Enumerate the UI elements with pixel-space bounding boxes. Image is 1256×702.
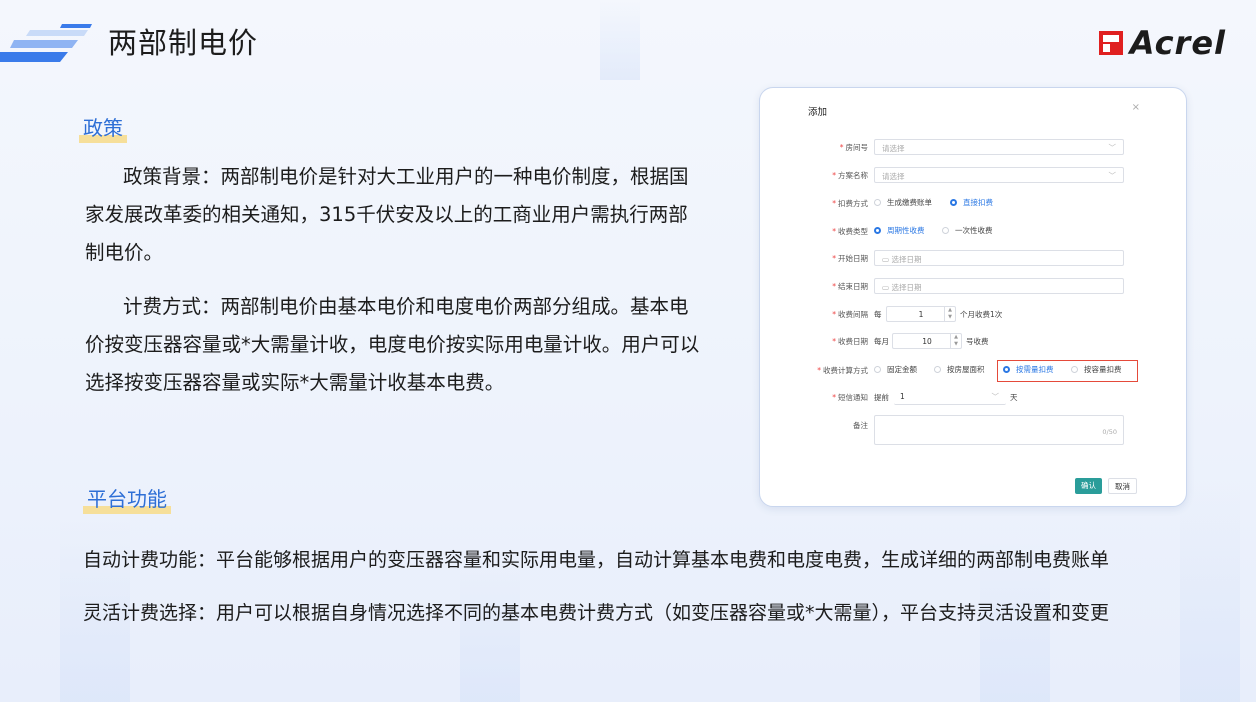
- sms-row: * 短信通知 提前 1 ﹀ 天: [760, 389, 1186, 405]
- start-date-row: * 开始日期 ▭ 选择日期: [760, 250, 1186, 266]
- charge-day-label: * 收费日期: [832, 337, 868, 346]
- charge-day-stepper[interactable]: 10 ▲ ▼: [892, 333, 962, 349]
- highlight-box: [997, 360, 1138, 382]
- room-select[interactable]: 请选择 ﹀: [874, 139, 1124, 155]
- interval-stepper[interactable]: 1 ▲ ▼: [886, 306, 956, 322]
- interval-prefix: 每: [874, 310, 882, 319]
- interval-label: * 收费间隔: [832, 310, 868, 319]
- stepper-arrows-icon[interactable]: ▲ ▼: [944, 307, 955, 321]
- plan-label: * 方案名称: [832, 171, 868, 180]
- policy-heading: 政策: [79, 112, 127, 143]
- radio-by-area[interactable]: 按房屋面积: [934, 364, 985, 375]
- stepper-arrows-icon[interactable]: ▲ ▼: [950, 334, 961, 348]
- plan-row: * 方案名称 请选择 ﹀: [760, 167, 1186, 183]
- sms-prefix: 提前: [874, 393, 889, 402]
- room-row: * 房间号 请选择 ﹀: [760, 139, 1186, 155]
- radio-periodic[interactable]: 周期性收费: [874, 225, 925, 236]
- interval-row: * 收费间隔 每 1 ▲ ▼ 个月收费1次: [760, 306, 1186, 322]
- remark-counter: 0/50: [1102, 428, 1117, 436]
- plan-select[interactable]: 请选择 ﹀: [874, 167, 1124, 183]
- interval-suffix: 个月收费1次: [960, 310, 1003, 319]
- title-stripes-icon: [0, 24, 92, 62]
- remark-textarea[interactable]: 0/50: [874, 415, 1124, 445]
- calc-method-label: * 收费计算方式: [817, 366, 868, 375]
- chevron-down-icon: ﹀: [1108, 171, 1117, 180]
- add-dialog: 添加 × * 房间号 请选择 ﹀ * 方案名称 请选择 ﹀ * 扣费方式 生成缴费账单 直…: [759, 87, 1187, 507]
- page-title: 两部制电价: [108, 26, 259, 60]
- charge-type-row: * 收费类型 周期性收费 一次性收费: [760, 223, 1186, 239]
- room-label: * 房间号: [839, 143, 868, 152]
- radio-one-time[interactable]: 一次性收费: [942, 225, 993, 236]
- cancel-button[interactable]: 取消: [1108, 478, 1137, 494]
- acrel-logo-icon: [1098, 31, 1123, 55]
- end-date-row: * 结束日期 ▭ 选择日期: [760, 278, 1186, 294]
- deduct-row: * 扣费方式 生成缴费账单 直接扣费: [760, 195, 1186, 211]
- end-date-label: * 结束日期: [832, 282, 868, 291]
- start-date-picker[interactable]: ▭ 选择日期: [874, 250, 1124, 266]
- chevron-down-icon: ﹀: [991, 392, 1000, 401]
- radio-fixed-amount[interactable]: 固定金额: [874, 364, 917, 375]
- radio-generate-bill[interactable]: 生成缴费账单: [874, 197, 932, 208]
- sms-suffix: 天: [1010, 393, 1018, 402]
- sms-days-select[interactable]: 1 ﹀: [894, 389, 1006, 405]
- brand-name: Acrel: [1129, 24, 1226, 62]
- platform-heading: 平台功能: [83, 483, 171, 514]
- charge-day-suffix: 号收费: [966, 337, 989, 346]
- charge-type-label: * 收费类型: [832, 227, 868, 236]
- deduct-label: * 扣费方式: [832, 199, 868, 208]
- remark-label: 备注: [853, 421, 868, 430]
- confirm-button[interactable]: 确认: [1075, 478, 1102, 494]
- chevron-down-icon: ﹀: [1108, 143, 1117, 152]
- policy-background-paragraph: 政策背景：两部制电价是针对大工业用户的一种电价制度，根据国家发展改革委的相关通知…: [85, 165, 689, 264]
- close-icon[interactable]: ×: [1132, 102, 1140, 113]
- dialog-title: 添加: [808, 107, 828, 118]
- flexible-billing-line: 灵活计费选择：用户可以根据自身情况选择不同的基本电费计费方式（如变压器容量或*大…: [83, 602, 1110, 624]
- charge-day-prefix: 每月: [874, 337, 889, 346]
- radio-direct-deduct[interactable]: 直接扣费: [950, 197, 993, 208]
- auto-billing-line: 自动计费功能：平台能够根据用户的变压器容量和实际用电量，自动计算基本电费和电度电…: [83, 549, 1110, 571]
- charge-day-row: * 收费日期 每月 10 ▲ ▼ 号收费: [760, 333, 1186, 349]
- end-date-picker[interactable]: ▭ 选择日期: [874, 278, 1124, 294]
- billing-method-paragraph: 计费方式：两部制电价由基本电价和电度电价两部分组成。基本电价按变压器容量或*大需…: [85, 295, 700, 394]
- brand-logo: Acrel: [1098, 24, 1226, 62]
- sms-label: * 短信通知: [832, 393, 868, 402]
- start-date-label: * 开始日期: [832, 254, 868, 263]
